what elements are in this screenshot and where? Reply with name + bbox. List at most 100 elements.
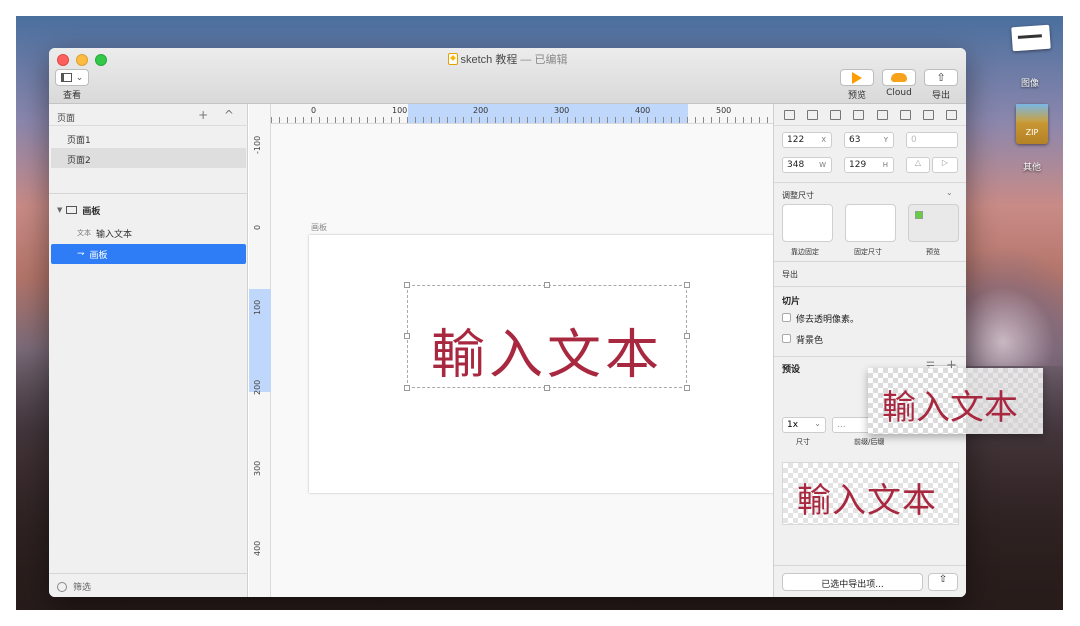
resize-handle[interactable] [684, 333, 690, 339]
resize-section-title: 调整尺寸 [782, 191, 814, 200]
align-center-icon[interactable] [853, 109, 865, 120]
desktop-item-images[interactable]: 图像 [1010, 24, 1051, 89]
slice-section-title: 切片 [782, 297, 801, 307]
scale-select[interactable]: 1x ⌄ [782, 417, 826, 433]
divider [774, 286, 966, 287]
align-left-icon[interactable] [830, 109, 842, 120]
layer-name: 输入文本 [96, 229, 133, 240]
image-file-icon [1011, 24, 1051, 52]
export-button[interactable]: ⇧ [924, 69, 958, 86]
divider [774, 356, 966, 357]
page-item[interactable]: 页面1 [51, 128, 246, 148]
x-position-field[interactable]: 122 X [782, 132, 832, 148]
collapse-chevron-icon[interactable]: ⌄ [946, 188, 953, 197]
document-name: sketch 教程 [460, 54, 518, 66]
export-preview: 輸入文本 [782, 462, 959, 525]
distribute-horizontal-icon[interactable] [784, 109, 796, 120]
resize-handle[interactable] [684, 385, 690, 391]
resize-option-label: 固定尺寸 [854, 248, 882, 256]
w-value: 348 [787, 160, 805, 170]
page-item-selected[interactable]: 页面2 [51, 148, 246, 168]
ruler-mark: 400 [253, 540, 262, 556]
width-field[interactable]: 348 W [782, 157, 832, 173]
artboard-label[interactable]: 画板 [311, 222, 327, 233]
resize-handle[interactable] [544, 385, 550, 391]
artboard-group-name: 画板 [82, 206, 101, 217]
background-color-checkbox[interactable] [782, 334, 791, 343]
chevron-down-icon: ⌄ [814, 419, 821, 428]
resize-handle[interactable] [684, 282, 690, 288]
vertical-ruler[interactable]: -100 0 100 200 300 400 [249, 104, 271, 597]
resize-handle[interactable] [404, 282, 410, 288]
scale-value: 1x [787, 420, 799, 430]
ruler-mark: 200 [253, 379, 262, 395]
artboard[interactable]: 輸入文本 [309, 235, 773, 493]
presets-section-title: 预设 [782, 365, 801, 375]
divider [774, 261, 966, 262]
preview-button[interactable] [840, 69, 874, 86]
suffix-placeholder: ... [837, 420, 846, 430]
share-icon: ⇧ [938, 574, 948, 585]
align-top-icon[interactable] [899, 109, 911, 120]
horizontal-ruler[interactable]: 0 100 200 300 400 500 [271, 104, 773, 124]
filter-bar[interactable]: 筛选 [49, 573, 248, 597]
desktop-item-other[interactable]: ZIP 其他 [1012, 104, 1052, 176]
rotation-value: 0 [911, 135, 917, 145]
desktop-item-label: 其他 [1022, 163, 1041, 173]
distribute-vertical-icon[interactable] [807, 109, 819, 120]
ruler-mark: 500 [716, 106, 732, 115]
sidebar-toggle-icon [60, 73, 72, 82]
height-field[interactable]: 129 H [844, 157, 894, 173]
resize-preview-box [908, 204, 959, 242]
canvas-text-layer[interactable]: 輸入文本 [431, 311, 663, 388]
y-value: 63 [849, 135, 861, 145]
ruler-mark: 300 [554, 106, 570, 115]
align-right-icon[interactable] [876, 109, 888, 120]
ruler-mark: 0 [311, 106, 317, 115]
view-menu-button[interactable]: ⌄ [55, 69, 89, 86]
ruler-mark: 0 [253, 224, 262, 230]
resize-handle[interactable] [544, 282, 550, 288]
rotation-field[interactable]: 0 [906, 132, 958, 148]
resize-option-label: 预览 [926, 248, 940, 256]
export-share-button[interactable]: ⇧ [928, 573, 958, 591]
trim-transparent-checkbox[interactable] [782, 313, 791, 322]
inspector-panel: 122 X 63 Y 0 348 W 129 H △ ▷ 调整尺寸 ⌄ 靠边固定 固定尺… [773, 104, 966, 597]
trim-transparent-label: 修去透明像素。 [796, 315, 860, 325]
disclosure-triangle-icon: ▼ [57, 206, 63, 214]
export-selected-button[interactable]: 已选中导出项... [782, 573, 923, 591]
ruler-ticks [271, 117, 773, 123]
filter-label: 筛选 [73, 583, 92, 593]
ruler-mark: 300 [253, 460, 262, 476]
ruler-mark: 100 [392, 106, 408, 115]
align-bottom-icon[interactable] [945, 109, 957, 120]
ruler-mark: -100 [253, 135, 262, 154]
w-unit: W [819, 161, 826, 169]
flip-vertical-button[interactable]: ▷ [932, 157, 958, 173]
resize-handle[interactable] [404, 333, 410, 339]
y-unit: Y [883, 136, 888, 144]
y-position-field[interactable]: 63 Y [844, 132, 894, 148]
divider [774, 565, 966, 566]
drag-preview[interactable]: 輸入文本 [868, 368, 1043, 434]
zip-badge: ZIP [1025, 128, 1039, 137]
artboard-layer-icon: ⇁ [77, 249, 85, 259]
text-layer-icon: 文本 [77, 229, 91, 237]
text-layer-selection[interactable]: 輸入文本 [404, 282, 690, 391]
align-middle-icon[interactable] [922, 109, 934, 120]
resize-fixed-size-button[interactable] [845, 204, 896, 242]
resize-pin-edges-button[interactable] [782, 204, 833, 242]
layer-item-text[interactable]: 文本 输入文本 [51, 223, 246, 243]
zip-file-icon: ZIP [1016, 104, 1048, 144]
canvas[interactable]: 画板 輸入文本 [271, 124, 773, 597]
flip-horizontal-button[interactable]: △ [906, 157, 930, 173]
cloud-label: Cloud [886, 88, 912, 98]
pages-controls[interactable]: + ^ [198, 108, 240, 122]
cloud-button[interactable] [882, 69, 916, 86]
artboard-group-row[interactable]: ▼ 画板 [51, 200, 246, 220]
title-bar: sketch 教程 — 已编辑 ⌄ 查看 预览 Cloud ⇧ 导出 [49, 48, 966, 104]
preview-green-square [915, 211, 923, 219]
x-unit: X [821, 136, 826, 144]
resize-handle[interactable] [404, 385, 410, 391]
layer-item-artboard-selected[interactable]: ⇁ 画板 [51, 244, 246, 264]
